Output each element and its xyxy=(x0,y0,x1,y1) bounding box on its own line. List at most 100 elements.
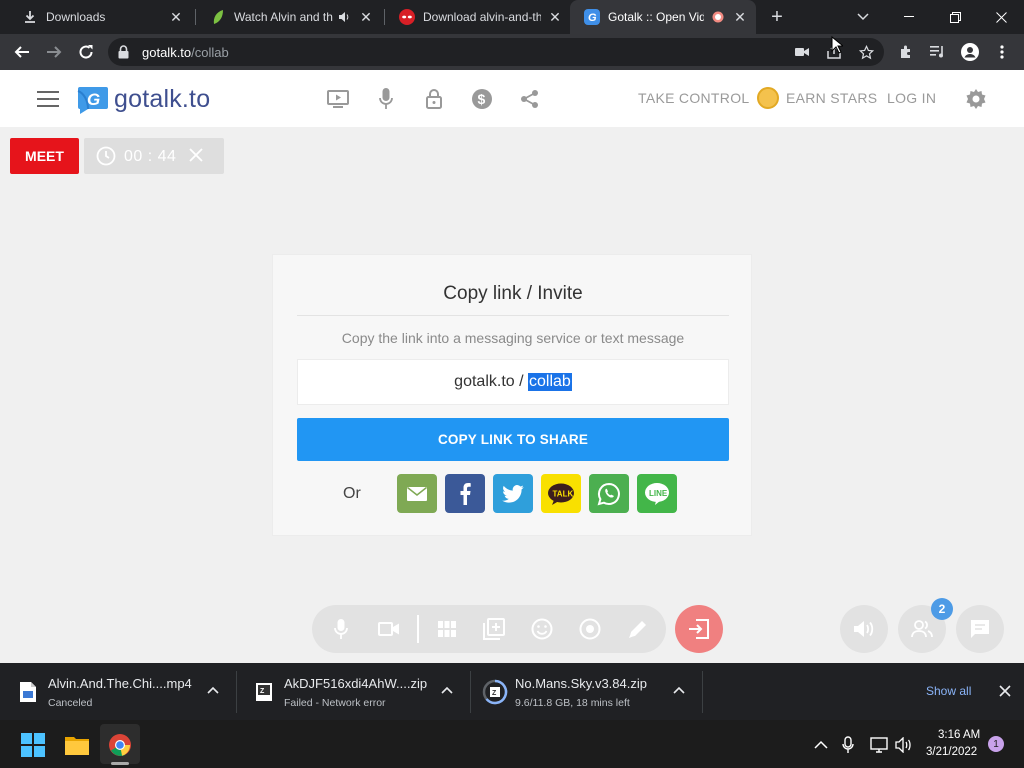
download-progress-icon: Z xyxy=(482,679,508,705)
zip-file-icon: Z xyxy=(256,683,272,701)
taskbar-date[interactable]: 3/21/2022 xyxy=(926,746,977,758)
close-tab-icon[interactable]: ✕ xyxy=(358,9,374,25)
line-label: LINE xyxy=(649,489,668,498)
tab-title: Watch Alvin and th xyxy=(234,10,333,24)
page-content: G gotalk.to $ TAKE CONTROL EARN STARS LO… xyxy=(0,70,1024,663)
address-bar[interactable]: gotalk.to/collab xyxy=(108,38,884,66)
download-status: Failed - Network error xyxy=(284,697,386,709)
notification-count-badge[interactable]: 1 xyxy=(988,736,1004,752)
site-logo[interactable]: G gotalk.to xyxy=(76,83,210,115)
download-status: 9.6/11.8 GB, 18 mins left xyxy=(515,697,630,709)
meeting-timer: 00 : 44 xyxy=(84,138,224,174)
extensions-icon[interactable] xyxy=(894,40,918,64)
speaker-volume-button[interactable] xyxy=(840,605,888,653)
log-in-link[interactable]: LOG IN xyxy=(887,90,936,106)
room-name-selected[interactable]: collab xyxy=(528,373,572,391)
tab-title: Gotalk :: Open Vide xyxy=(608,10,704,24)
divider xyxy=(297,315,729,316)
chevron-up-icon[interactable] xyxy=(440,683,454,697)
grid-view-icon[interactable] xyxy=(435,617,459,641)
restore-button[interactable] xyxy=(932,0,978,34)
share-facebook-button[interactable] xyxy=(445,474,485,513)
close-tab-icon[interactable]: ✕ xyxy=(732,9,748,25)
share-icon[interactable] xyxy=(518,87,542,111)
divider xyxy=(417,615,419,643)
profile-avatar-icon[interactable] xyxy=(958,40,982,64)
hamburger-menu-icon[interactable] xyxy=(37,91,59,107)
chrome-icon[interactable] xyxy=(107,732,133,758)
leave-call-button[interactable] xyxy=(675,605,723,653)
minimize-button[interactable] xyxy=(886,0,932,34)
meet-button[interactable]: MEET xyxy=(10,138,79,174)
participants-count-badge: 2 xyxy=(931,598,953,620)
share-whatsapp-button[interactable] xyxy=(589,474,629,513)
file-explorer-icon[interactable] xyxy=(64,732,90,758)
close-window-button[interactable] xyxy=(978,0,1024,34)
browser-menu-icon[interactable] xyxy=(990,40,1014,64)
close-tab-icon[interactable]: ✕ xyxy=(168,9,184,25)
svg-text:G: G xyxy=(588,12,597,24)
show-all-link[interactable]: Show all xyxy=(926,684,971,698)
lock-icon[interactable] xyxy=(118,45,129,64)
dollar-icon[interactable]: $ xyxy=(470,87,494,111)
camera-in-use-icon[interactable] xyxy=(794,44,810,60)
settings-gear-icon[interactable] xyxy=(964,87,988,111)
url-path: /collab xyxy=(191,45,229,60)
chevron-up-icon[interactable] xyxy=(812,736,830,754)
taskbar-time[interactable]: 3:16 AM xyxy=(938,729,980,741)
mute-microphone-icon[interactable] xyxy=(329,617,353,641)
media-control-icon[interactable] xyxy=(926,40,950,64)
reload-button[interactable] xyxy=(72,38,100,66)
download-item[interactable]: Z AkDJF516xdi4AhW....zip Failed - Networ… xyxy=(236,663,470,720)
close-tab-icon[interactable]: ✕ xyxy=(547,9,563,25)
chevron-up-icon[interactable] xyxy=(206,683,220,697)
add-media-icon[interactable] xyxy=(482,617,506,641)
share-kakaotalk-button[interactable]: TALK xyxy=(541,474,581,513)
take-control-link[interactable]: TAKE CONTROL xyxy=(638,90,749,106)
share-line-button[interactable]: LINE xyxy=(637,474,677,513)
active-indicator xyxy=(111,762,129,765)
close-timer-icon[interactable] xyxy=(188,147,204,168)
tab-watch-alvin[interactable]: Watch Alvin and th ✕ xyxy=(196,0,382,34)
forward-button[interactable] xyxy=(40,38,68,66)
new-tab-button[interactable]: + xyxy=(766,6,788,28)
tab-title: Downloads xyxy=(46,10,106,24)
windows-start-icon[interactable] xyxy=(20,732,46,758)
twitter-icon xyxy=(502,484,524,503)
svg-text:G: G xyxy=(87,90,100,109)
download-item[interactable]: Alvin.And.The.Chi....mp4 Canceled xyxy=(0,663,236,720)
chevron-up-icon[interactable] xyxy=(672,683,686,697)
lock-room-icon[interactable] xyxy=(422,87,446,111)
tab-gotalk[interactable]: G Gotalk :: Open Vide ✕ xyxy=(570,0,756,34)
copy-link-button[interactable]: COPY LINK TO SHARE xyxy=(297,418,729,461)
audio-playing-icon[interactable] xyxy=(336,9,352,25)
room-link-field[interactable]: gotalk.to / collab xyxy=(297,359,729,405)
tab-downloads[interactable]: Downloads ✕ xyxy=(8,0,192,34)
screen-share-icon[interactable] xyxy=(326,87,350,111)
microphone-tray-icon[interactable] xyxy=(839,736,857,754)
record-icon[interactable] xyxy=(578,617,602,641)
invite-card: Copy link / Invite Copy the link into a … xyxy=(272,254,752,536)
close-icon[interactable] xyxy=(998,684,1012,698)
download-item[interactable]: Z No.Mans.Sky.v3.84.zip 9.6/11.8 GB, 18 … xyxy=(470,663,702,720)
tab-title: Download alvin-and-th xyxy=(423,10,541,24)
draw-pencil-icon[interactable] xyxy=(626,617,650,641)
share-email-button[interactable] xyxy=(397,474,437,513)
timer-text: 00 : 44 xyxy=(124,148,177,165)
camera-icon[interactable] xyxy=(377,617,401,641)
microphone-icon[interactable] xyxy=(374,87,398,111)
emoji-icon[interactable] xyxy=(530,617,554,641)
browser-tab-strip: Downloads ✕ Watch Alvin and th ✕ Downloa… xyxy=(0,0,1024,34)
network-icon[interactable] xyxy=(870,736,888,754)
download-filename: AkDJF516xdi4AhW....zip xyxy=(284,676,428,691)
chat-button[interactable] xyxy=(956,605,1004,653)
share-twitter-button[interactable] xyxy=(493,474,533,513)
or-label: Or xyxy=(343,485,361,502)
volume-icon[interactable] xyxy=(895,736,913,754)
bookmark-star-icon[interactable] xyxy=(858,44,874,60)
tab-download-alvin[interactable]: Download alvin-and-th ✕ xyxy=(385,0,571,34)
earn-stars-link[interactable]: EARN STARS xyxy=(786,90,877,106)
tab-search-button[interactable] xyxy=(840,0,886,34)
back-button[interactable] xyxy=(8,38,36,66)
mouse-cursor-icon xyxy=(831,36,843,54)
